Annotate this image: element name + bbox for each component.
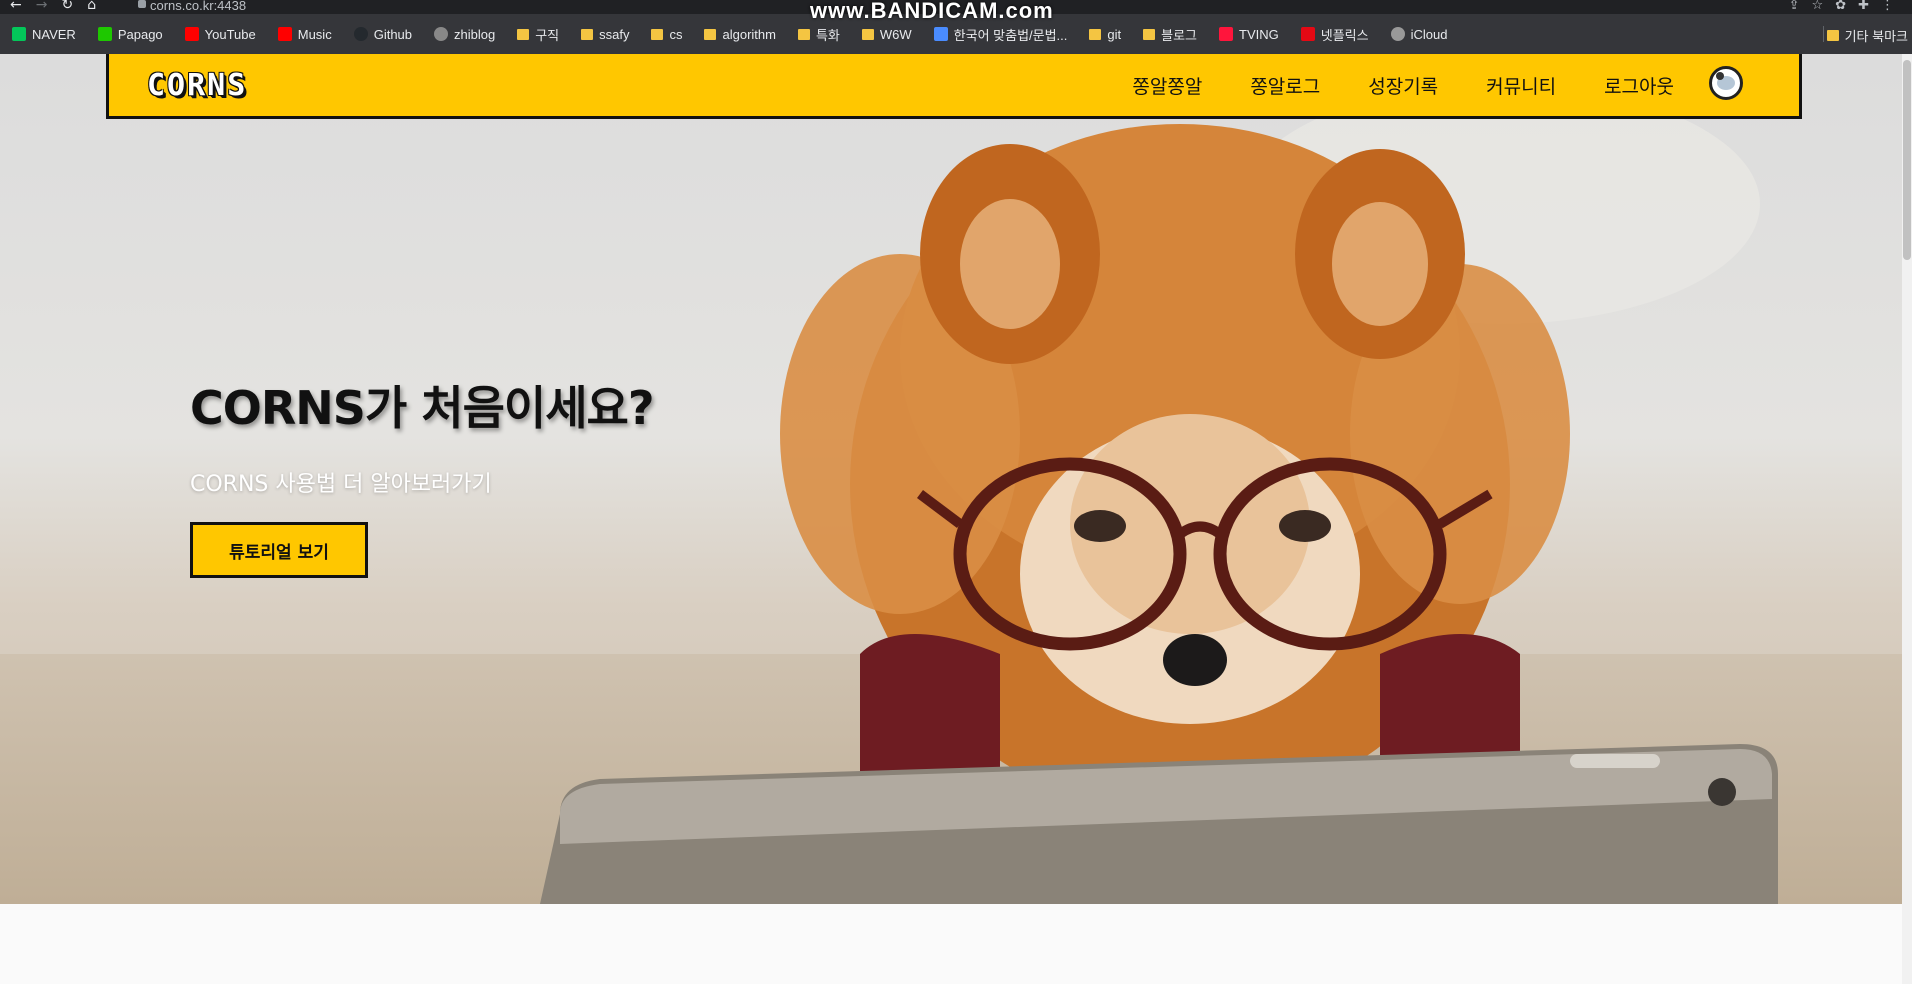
extensions-area: ⇪ ☆ ✿ ✚ ⋮	[1789, 0, 1894, 13]
hero-title: CORNS가 처음이세요?	[190, 381, 655, 435]
bookmark-label: Music	[297, 26, 332, 42]
browser-nav: ← → ↻ ⌂	[10, 0, 96, 13]
bookmark-item[interactable]: 특화	[797, 25, 840, 44]
nav-item-jjongal-log[interactable]: 쫑알로그	[1250, 72, 1320, 99]
bookmark-item[interactable]: 넷플릭스	[1300, 25, 1369, 44]
other-bookmarks-label: 기타 북마크	[1844, 29, 1908, 44]
extension-icon[interactable]: ✿	[1835, 0, 1846, 13]
browser-toolbar: ← → ↻ ⌂ corns.co.kr:4438 www.BANDICAM.co…	[0, 0, 1912, 22]
folder-icon	[1826, 30, 1839, 41]
folder-icon	[517, 28, 530, 40]
bookmark-label: Github	[373, 26, 413, 42]
star-icon[interactable]: ☆	[1812, 0, 1824, 13]
folder-icon	[581, 28, 594, 40]
folder-icon	[651, 28, 664, 40]
nav-item-jjongal[interactable]: 쫑알쫑알	[1132, 72, 1202, 99]
menu-dots-icon[interactable]: ⋮	[1881, 0, 1894, 13]
bookmark-label: 구직	[535, 27, 560, 43]
corns-logo[interactable]: CORNS	[147, 68, 247, 103]
nav-item-growth-record[interactable]: 성장기록	[1368, 72, 1438, 99]
bookmark-item[interactable]: Music	[277, 26, 332, 42]
bookmark-item[interactable]: 구직	[517, 25, 559, 44]
spellcheck-icon	[933, 27, 948, 41]
bookmark-item[interactable]: NAVER	[12, 27, 76, 42]
papago-icon	[97, 27, 112, 41]
reload-icon[interactable]: ↻	[61, 0, 73, 13]
puzzle-icon[interactable]: ✚	[1858, 0, 1869, 13]
zhiblog-icon	[434, 27, 449, 41]
bookmark-item[interactable]: algorithm	[704, 26, 776, 42]
bookmark-item[interactable]: iCloud	[1390, 26, 1448, 42]
nav-item-community[interactable]: 커뮤니티	[1486, 72, 1556, 99]
bookmark-label: 블로그	[1161, 27, 1198, 43]
youtube-icon	[184, 27, 199, 41]
user-avatar[interactable]	[1709, 66, 1743, 100]
lock-icon	[138, 0, 146, 8]
bookmark-label: YouTube	[204, 26, 256, 42]
folder-icon	[1089, 28, 1102, 40]
avatar-ear-icon	[1716, 72, 1724, 80]
bookmark-item[interactable]: YouTube	[184, 26, 256, 42]
bookmark-label: git	[1107, 26, 1122, 42]
share-icon[interactable]: ⇪	[1789, 0, 1800, 13]
folder-icon	[797, 28, 810, 40]
page-viewport: CORNS 쫑알쫑알 쫑알로그 성장기록 커뮤니티 로그아웃 CORNS가 처음…	[0, 54, 1902, 984]
hero-subtitle[interactable]: CORNS 사용법 더 알아보러가기	[190, 466, 492, 498]
hero-section: CORNS 쫑알쫑알 쫑알로그 성장기록 커뮤니티 로그아웃 CORNS가 처음…	[0, 54, 1902, 904]
youtube-music-icon	[277, 27, 292, 41]
home-icon[interactable]: ⌂	[87, 0, 96, 13]
tving-icon	[1219, 27, 1234, 41]
bookmark-item[interactable]: TVING	[1219, 27, 1279, 42]
folder-icon	[704, 28, 717, 40]
bookmark-label: 한국어 맞춤법/문법...	[953, 27, 1068, 43]
bookmark-item[interactable]: Papago	[97, 26, 163, 42]
page-scrollbar[interactable]	[1902, 54, 1912, 984]
address-bar[interactable]: corns.co.kr:4438	[150, 0, 246, 13]
bookmark-label: 특화	[815, 27, 840, 43]
recorder-watermark: www.BANDICAM.com	[810, 0, 1054, 23]
bookmark-label: algorithm	[722, 26, 776, 42]
bookmark-item[interactable]: ssafy	[581, 27, 629, 42]
bookmark-label: cs	[669, 26, 683, 42]
forward-icon[interactable]: →	[36, 0, 48, 13]
back-icon[interactable]: ←	[10, 0, 22, 13]
apple-icon	[1390, 27, 1405, 41]
main-nav: 쫑알쫑알 쫑알로그 성장기록 커뮤니티 로그아웃	[1132, 72, 1674, 99]
bookmark-item[interactable]: 한국어 맞춤법/문법...	[933, 25, 1068, 44]
folder-icon	[1143, 28, 1156, 40]
folder-icon	[861, 28, 874, 40]
nav-item-logout[interactable]: 로그아웃	[1604, 72, 1674, 99]
tutorial-button[interactable]: 튜토리얼 보기	[190, 522, 368, 578]
bookmark-item[interactable]: Github	[353, 26, 413, 42]
bookmarks-separator	[1823, 26, 1824, 42]
scrollbar-thumb[interactable]	[1903, 60, 1911, 260]
bookmark-item[interactable]: cs	[651, 27, 682, 42]
bookmark-label: iCloud	[1410, 26, 1448, 42]
bookmark-item[interactable]: zhiblog	[434, 27, 495, 42]
naver-icon	[12, 27, 26, 41]
bookmark-label: NAVER	[32, 26, 76, 42]
bookmark-item[interactable]: git	[1089, 27, 1121, 42]
bookmark-label: TVING	[1239, 26, 1279, 42]
bookmark-item[interactable]: 블로그	[1143, 25, 1197, 44]
other-bookmarks[interactable]: 기타 북마크	[1826, 26, 1908, 45]
bookmark-item[interactable]: W6W	[861, 26, 912, 42]
bookmark-label: ssafy	[599, 26, 630, 42]
github-icon	[353, 27, 368, 41]
bookmark-label: 넷플릭스	[1320, 27, 1369, 43]
bookmark-label: Papago	[117, 26, 163, 42]
site-header: CORNS 쫑알쫑알 쫑알로그 성장기록 커뮤니티 로그아웃	[106, 54, 1802, 119]
bookmark-label: W6W	[879, 26, 912, 42]
bookmark-label: zhiblog	[454, 26, 496, 42]
netflix-icon	[1300, 27, 1315, 41]
